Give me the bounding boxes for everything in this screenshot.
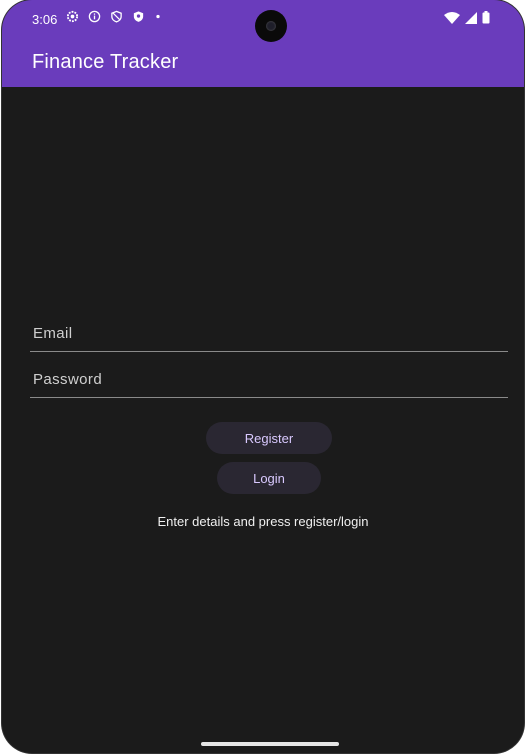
info-icon <box>88 10 101 23</box>
email-field[interactable] <box>30 315 508 351</box>
email-field-container <box>30 315 508 352</box>
battery-icon <box>482 11 490 29</box>
home-indicator[interactable] <box>201 742 339 746</box>
status-message: Enter details and press register/login <box>157 514 369 529</box>
wifi-icon <box>444 11 460 29</box>
shield-icon <box>132 10 145 23</box>
app-bar: 3:06 Finance Tracker <box>2 0 524 87</box>
password-field[interactable] <box>30 361 508 397</box>
status-time: 3:06 <box>32 12 58 27</box>
register-button[interactable]: Register <box>206 422 332 454</box>
signal-icon <box>465 11 477 29</box>
camera-cutout <box>255 10 287 42</box>
vpn-icon <box>110 10 123 23</box>
app-title: Finance Tracker <box>32 51 179 73</box>
status-bar: 3:06 <box>2 0 524 42</box>
login-button[interactable]: Login <box>217 462 321 494</box>
phone-screen: 3:06 Finance Tracker Email Register Logi… <box>2 0 524 753</box>
dot-icon <box>154 10 162 23</box>
settings-icon <box>66 10 79 23</box>
password-field-container <box>30 361 508 398</box>
